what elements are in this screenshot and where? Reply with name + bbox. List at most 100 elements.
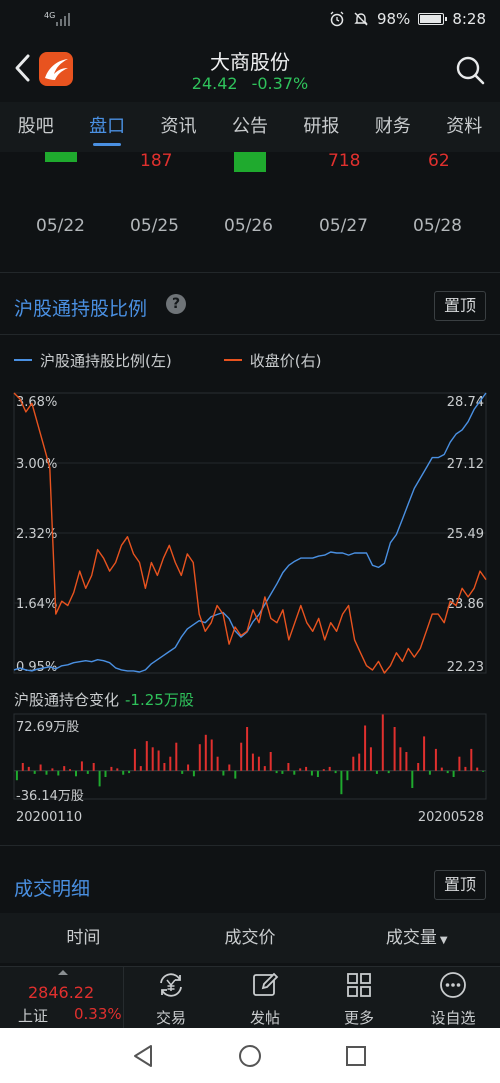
- prev-bar: [234, 152, 266, 172]
- flow-bar: [275, 770, 278, 774]
- section-title: 沪股通持股比例: [14, 298, 148, 320]
- chevron-left-icon[interactable]: [10, 50, 36, 86]
- tab-announcements[interactable]: 公告: [214, 102, 285, 152]
- index-ticker[interactable]: 2846.22 上证 0.33%: [0, 967, 124, 1029]
- flow-bar: [157, 750, 160, 771]
- flow-bar: [405, 752, 408, 771]
- flow-bar: [470, 748, 473, 771]
- status-bar: 4G 98% 8:28: [0, 0, 500, 40]
- flow-bar: [446, 770, 449, 774]
- flow-bar: [369, 747, 372, 771]
- legend-item: 收盘价(右): [223, 350, 321, 371]
- col-time: 时间: [66, 928, 101, 948]
- flow-bar: [39, 764, 42, 771]
- flow-bar: [364, 725, 367, 771]
- flow-bar: [75, 770, 77, 777]
- more-button[interactable]: 更多: [312, 967, 406, 1029]
- col-volume[interactable]: 成交量 ▼: [333, 913, 500, 963]
- flow-bar: [381, 714, 384, 771]
- prev-value: 718: [328, 151, 361, 171]
- stock-quote: 24.42 -0.37%: [0, 74, 500, 93]
- tab-pankou[interactable]: 盘口: [71, 102, 142, 152]
- flow-bar: [346, 770, 349, 781]
- flow-bar: [116, 768, 119, 771]
- mute-bell-icon: [354, 12, 368, 26]
- app-logo: [39, 52, 73, 86]
- tab-research[interactable]: 研报: [286, 102, 357, 152]
- question-icon[interactable]: ?: [166, 294, 186, 314]
- flow-bar: [358, 753, 361, 771]
- flow-bar: [476, 767, 479, 771]
- flow-min-label: -36.14万股: [16, 789, 84, 804]
- flow-bar: [240, 742, 243, 771]
- section-title: 成交明细: [14, 878, 91, 900]
- caret-down-icon: ▼: [439, 935, 448, 946]
- flow-bar: [27, 766, 30, 771]
- more-circle-icon: [440, 972, 466, 998]
- flow-header: 沪股通持仓变化 -1.25万股: [14, 689, 194, 710]
- legend-swatch: [223, 359, 242, 361]
- trade-table-header: 时间 成交价 成交量 ▼: [0, 913, 500, 963]
- holding-chart[interactable]: 3.68% 28.743.00% 27.122.32% 25.491.64% 23.86…: [0, 380, 500, 810]
- nav-label: 发帖: [249, 1009, 280, 1027]
- add-watchlist-button[interactable]: 设自选: [406, 967, 500, 1029]
- flow-bar: [192, 770, 195, 777]
- nav-label: 更多: [343, 1009, 374, 1027]
- trade-button[interactable]: 交易: [124, 967, 218, 1029]
- flow-bar: [98, 770, 101, 787]
- flow-bar: [246, 727, 249, 771]
- flow-bar: [423, 736, 426, 771]
- recents-square-icon[interactable]: [345, 1045, 367, 1067]
- left-tick-label: 1.64%: [16, 597, 57, 612]
- flow-bar: [133, 748, 136, 771]
- flow-bar: [216, 756, 219, 771]
- flow-bar: [305, 766, 308, 771]
- flow-bar: [464, 766, 467, 771]
- network-label: 4G: [44, 11, 56, 20]
- pin-top-button[interactable]: 置顶: [434, 870, 486, 900]
- flow-bar: [310, 770, 313, 776]
- right-tick-label: 27.12: [447, 457, 484, 472]
- flow-bar: [198, 744, 201, 771]
- tab-finance[interactable]: 财务: [357, 102, 428, 152]
- flow-bar: [299, 768, 302, 771]
- date-label: 05/27: [319, 216, 368, 236]
- flow-bar: [234, 770, 237, 779]
- divider: [0, 272, 500, 273]
- flow-bar: [69, 769, 71, 771]
- search-icon[interactable]: [454, 54, 486, 86]
- flow-title: 沪股通持仓变化: [14, 691, 120, 709]
- flow-frame: [13, 713, 487, 800]
- flow-bar: [21, 763, 24, 771]
- grid-icon: [347, 973, 371, 997]
- tab-news[interactable]: 资讯: [143, 102, 214, 152]
- home-circle-icon[interactable]: [238, 1044, 262, 1068]
- flow-bar: [257, 756, 260, 771]
- divider: [0, 845, 500, 846]
- pin-top-button[interactable]: 置顶: [434, 291, 486, 321]
- col-price: 成交价: [224, 928, 276, 948]
- tab-guba[interactable]: 股吧: [0, 102, 71, 152]
- flow-bar: [57, 770, 60, 776]
- flow-bar: [80, 761, 83, 771]
- flow-bar: [145, 741, 148, 771]
- flow-bar: [434, 748, 437, 771]
- flow-bar: [63, 766, 66, 771]
- flow-bar: [440, 767, 443, 771]
- caret-up-icon: [58, 970, 68, 975]
- flow-bar: [139, 766, 142, 771]
- prev-bar: [45, 152, 77, 162]
- flow-bar: [169, 756, 172, 771]
- tab-profile[interactable]: 资料: [429, 102, 500, 152]
- flow-bar: [482, 770, 485, 772]
- bottom-toolbar: 2846.22 上证 0.33% 交易 发帖 更多 设自选: [0, 966, 500, 1029]
- flow-bar: [334, 770, 337, 774]
- post-button[interactable]: 发帖: [218, 967, 312, 1029]
- chart-legend: 沪股通持股比例(左) 收盘价(右): [14, 350, 373, 370]
- legend-swatch: [14, 359, 32, 361]
- back-triangle-icon[interactable]: [132, 1044, 154, 1068]
- flow-bar: [263, 766, 266, 771]
- flow-max-label: 72.69万股: [16, 720, 80, 735]
- flow-bar: [399, 747, 402, 771]
- flow-bar: [163, 763, 166, 771]
